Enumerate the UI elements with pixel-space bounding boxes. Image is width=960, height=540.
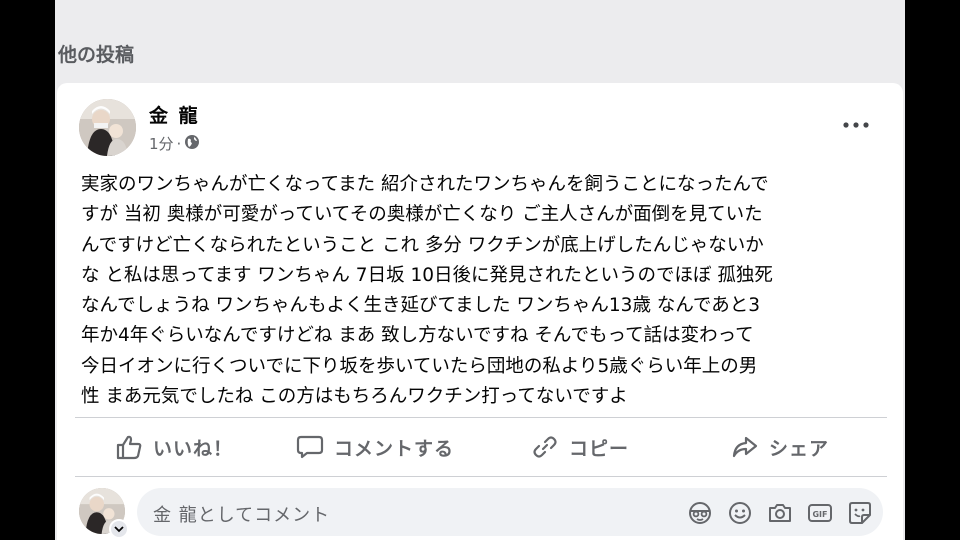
action-bar: いいね！ コメントする コピー シェア [75,419,887,475]
author-name[interactable]: 金 龍 [149,101,200,128]
globe-icon [184,134,200,154]
link-icon [533,436,557,458]
avatar-sticker-icon[interactable] [687,500,713,526]
post-text: 実家のワンちゃんが亡くなってまた 紹介されたワンちゃんを飼うことになったんで す… [81,170,881,412]
copy-label: コピー [569,437,630,460]
like-label: いいね！ [153,437,234,460]
comment-input[interactable]: 金 龍としてコメント GIF [137,488,883,536]
sticker-icon[interactable] [847,500,873,526]
post-meta: 1分 · [149,133,200,154]
divider [75,476,887,477]
post-text-line: 今日イオンに行くついでに下り坂を歩いていたら団地の私より5歳ぐらい年上の男 [81,355,758,377]
comment-button[interactable]: コメントする [296,419,454,475]
speech-bubble-icon [296,435,324,459]
post-text-line: なんでしょうね ワンちゃんもよく生き延びてました ワンちゃん13歳 なんであと3 [81,295,760,317]
post-text-line: 年か4年ぐらいなんですけどね まあ 致し方ないですね そんでもって話は変わって [81,325,754,347]
like-button[interactable]: いいね！ [115,419,233,475]
chevron-down-icon [114,526,124,533]
ellipsis-icon [843,122,869,128]
comment-tools: GIF [687,500,873,526]
post-text-line: 性 まあ元気でしたね この方はもちろんワクチン打ってないですよ [81,386,628,408]
profile-switch-button[interactable] [109,519,129,539]
section-title: 他の投稿 [58,44,135,66]
post-time[interactable]: 1分 [149,133,174,154]
share-label: シェア [769,437,830,460]
share-arrow-icon [732,436,758,458]
post-text-line: な と私は思ってます ワンちゃん 7日坂 10日後に発見されたというのでほぼ 孤… [81,264,773,286]
divider [75,417,887,418]
author-avatar[interactable] [79,99,136,156]
post-text-line: んですけど亡くなられたということ これ 多分 ワクチンが底上げしたんじゃないか [81,234,764,256]
thumbs-up-icon [116,435,142,460]
camera-icon[interactable] [767,500,793,526]
svg-text:GIF: GIF [812,510,827,519]
post-text-line: すが 当初 奥様が可愛がっていてその奥様が亡くなり ご主人さんが面倒を見ていた [81,204,763,226]
more-options-button[interactable] [841,113,871,137]
share-button[interactable]: シェア [731,419,829,475]
emoji-icon[interactable] [727,500,753,526]
avatar-photo [79,99,136,156]
gif-icon[interactable]: GIF [807,500,833,526]
post-text-line: 実家のワンちゃんが亡くなってまた 紹介されたワンちゃんを飼うことになったんで [81,174,769,195]
comment-placeholder: 金 龍としてコメント [153,505,331,526]
comment-label: コメントする [334,437,455,460]
meta-separator: · [176,134,182,153]
post-card: 金 龍 1分 · 実家のワンちゃんが亡くなってまた 紹介されたワンちゃんを飼うこ… [57,83,903,540]
facebook-feed-screen: 他の投稿 金 龍 1分 · 実家のワンちゃんが亡くなってまた 紹介されたワンちゃ… [55,0,905,540]
copy-button[interactable]: コピー [531,419,629,475]
